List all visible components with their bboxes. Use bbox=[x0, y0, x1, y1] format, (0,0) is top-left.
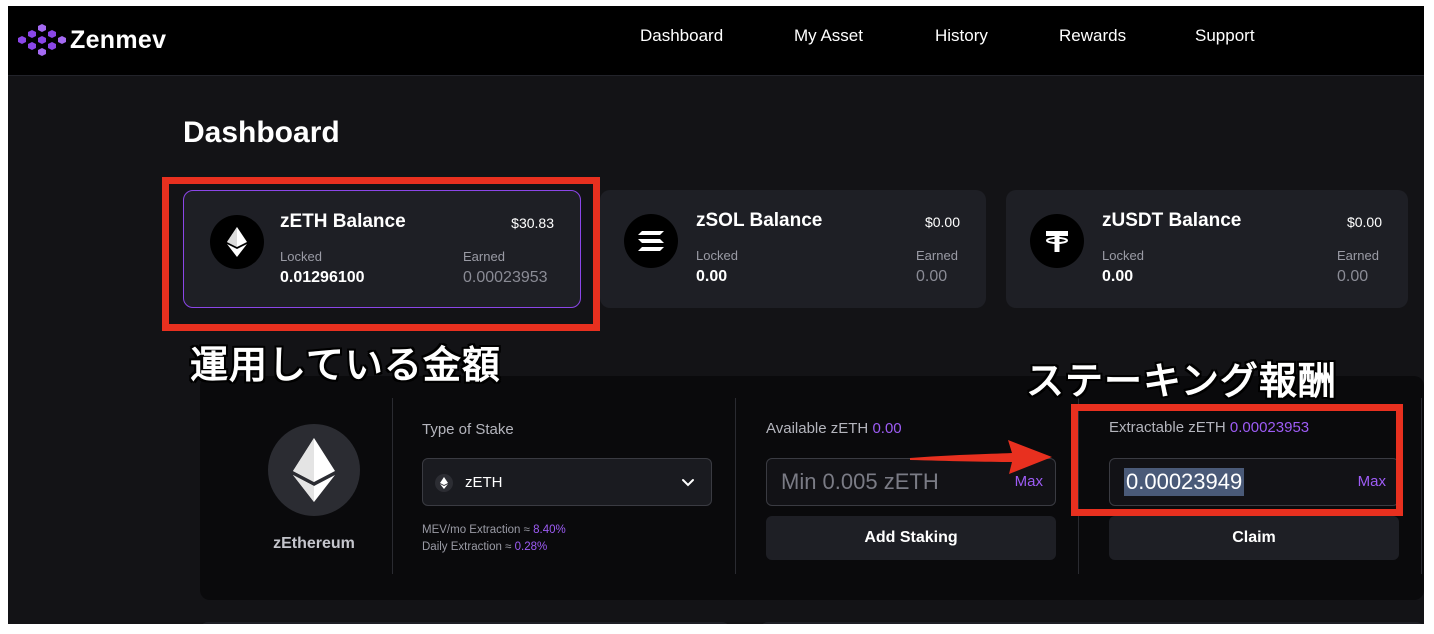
brand-name: Zenmev bbox=[70, 25, 167, 54]
annotation-invested-amount: 運用している金額 bbox=[190, 342, 501, 387]
nav-dashboard[interactable]: Dashboard bbox=[640, 26, 723, 46]
daily-extraction-value: 0.28% bbox=[514, 541, 548, 553]
annotation-staking-reward: ステーキング報酬 bbox=[1026, 358, 1337, 403]
solana-icon bbox=[624, 214, 678, 268]
divider bbox=[392, 398, 393, 574]
stake-type-label: Type of Stake bbox=[422, 421, 514, 438]
locked-label: Locked bbox=[696, 248, 738, 263]
card-usd-value: $0.00 bbox=[1346, 214, 1382, 230]
ethereum-icon bbox=[435, 474, 453, 492]
card-usd-value: $0.00 bbox=[924, 214, 960, 230]
next-card-partial bbox=[200, 622, 730, 624]
next-card-partial bbox=[760, 622, 1424, 624]
earned-label: Earned bbox=[916, 248, 958, 263]
tether-icon bbox=[1030, 214, 1084, 268]
card-title: zSOL Balance bbox=[696, 210, 823, 231]
balance-card-zsol[interactable]: zSOL Balance $0.00 Locked 0.00 Earned 0.… bbox=[600, 190, 986, 308]
add-staking-button[interactable]: Add Staking bbox=[766, 516, 1056, 560]
available-label: Available zETH bbox=[766, 420, 869, 437]
daily-extraction-stat: Daily Extraction ≈ 0.28% bbox=[422, 541, 547, 553]
ethereum-icon bbox=[268, 424, 360, 516]
mev-extraction-value: 8.40% bbox=[533, 524, 566, 536]
stake-type-value: zETH bbox=[465, 474, 503, 491]
locked-label: Locked bbox=[1102, 248, 1144, 263]
daily-extraction-label: Daily Extraction ≈ bbox=[422, 541, 512, 553]
nav-my-asset[interactable]: My Asset bbox=[794, 26, 863, 46]
balance-card-zusdt[interactable]: zUSDT Balance $0.00 Locked 0.00 Earned 0… bbox=[1006, 190, 1408, 308]
page-title: Dashboard bbox=[183, 116, 340, 149]
chevron-down-icon bbox=[682, 479, 694, 487]
nav-support[interactable]: Support bbox=[1195, 26, 1255, 46]
nav-history[interactable]: History bbox=[935, 26, 988, 46]
earned-value: 0.00 bbox=[1337, 268, 1369, 285]
top-navbar: Zenmev Dashboard My Asset History Reward… bbox=[8, 6, 1424, 76]
available-value: 0.00 bbox=[872, 420, 902, 437]
divider bbox=[1421, 398, 1422, 574]
mev-extraction-label: MEV/mo Extraction ≈ bbox=[422, 524, 530, 536]
logo-icon bbox=[18, 24, 66, 56]
claim-button[interactable]: Claim bbox=[1109, 516, 1399, 560]
card-title: zUSDT Balance bbox=[1102, 210, 1242, 231]
divider bbox=[735, 398, 736, 574]
earned-label: Earned bbox=[1337, 248, 1379, 263]
stake-type-select[interactable]: zETH bbox=[422, 458, 712, 506]
locked-value: 0.00 bbox=[1102, 268, 1134, 285]
staking-token-name: zEthereum bbox=[273, 535, 355, 552]
available-zeth: Available zETH 0.00 bbox=[766, 420, 902, 437]
arrow-icon bbox=[910, 440, 1052, 474]
highlight-box-reward bbox=[1071, 404, 1403, 516]
earned-value: 0.00 bbox=[916, 268, 948, 285]
brand-logo[interactable]: Zenmev bbox=[12, 18, 166, 62]
nav-rewards[interactable]: Rewards bbox=[1059, 26, 1126, 46]
mev-extraction-stat: MEV/mo Extraction ≈ 8.40% bbox=[422, 524, 566, 536]
highlight-box-invested bbox=[162, 177, 600, 331]
locked-value: 0.00 bbox=[696, 268, 728, 285]
